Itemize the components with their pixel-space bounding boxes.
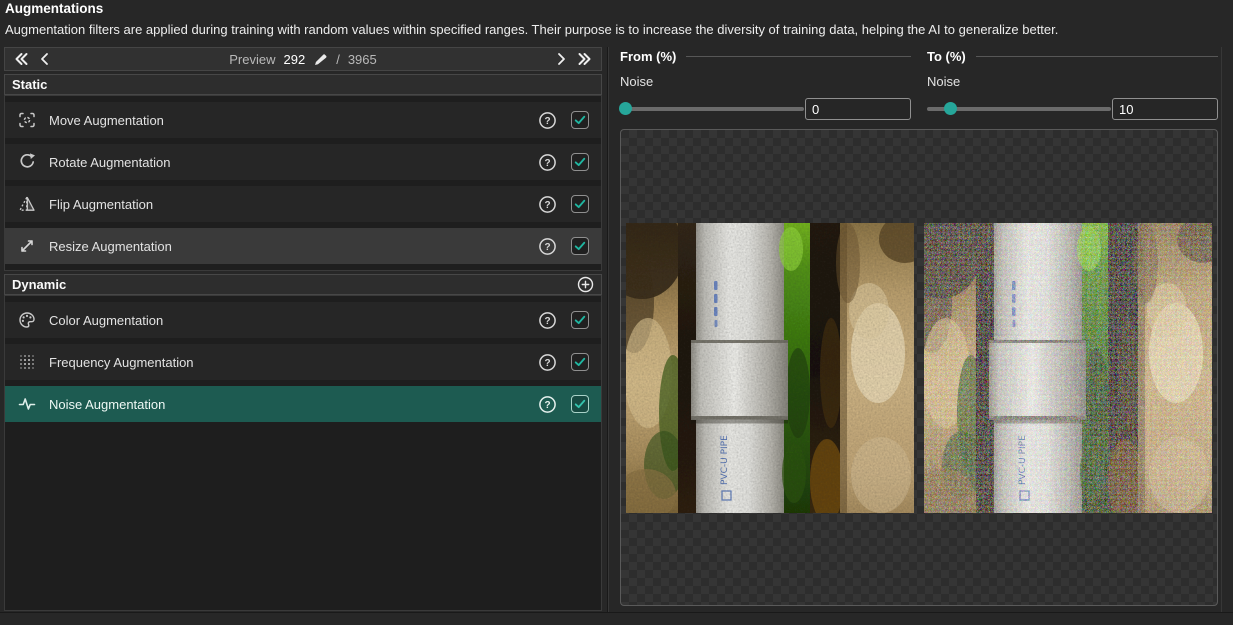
enabled-checkbox[interactable]: [571, 153, 589, 171]
from-column: From (%) Noise: [620, 47, 911, 120]
chevron-right-icon: [555, 51, 568, 67]
from-noise-slider[interactable]: [620, 107, 804, 111]
dot-grid-icon: [17, 352, 37, 372]
to-column: To (%) Noise: [927, 47, 1218, 120]
help-icon[interactable]: ?: [538, 153, 557, 172]
enabled-checkbox[interactable]: [571, 195, 589, 213]
static-section-title: Static: [12, 77, 47, 92]
rotate-icon: [17, 152, 37, 172]
help-icon[interactable]: ?: [538, 237, 557, 256]
static-section-list: Move Augmentation ?: [4, 95, 602, 271]
waveform-icon: [17, 394, 37, 414]
augmentations-screen: Augmentations Augmentation filters are a…: [0, 0, 1233, 625]
check-icon: [573, 239, 587, 253]
dynamic-section-header: Dynamic: [4, 274, 602, 295]
svg-text:?: ?: [544, 158, 550, 169]
svg-text:?: ?: [544, 200, 550, 211]
edit-preview-number-button[interactable]: [313, 52, 328, 67]
help-icon[interactable]: ?: [538, 353, 557, 372]
preview-divider: /: [336, 52, 340, 67]
row-label: Rotate Augmentation: [49, 155, 170, 170]
enabled-checkbox[interactable]: [571, 311, 589, 329]
enabled-checkbox[interactable]: [571, 111, 589, 129]
resize-icon: [17, 236, 37, 256]
bottom-edge-line: [0, 612, 1233, 613]
preview-counter: Preview 292 / 3965: [51, 52, 555, 67]
row-resize-augmentation[interactable]: Resize Augmentation ?: [5, 228, 601, 264]
preview-total-number: 3965: [348, 52, 377, 67]
row-label: Noise Augmentation: [49, 397, 165, 412]
page-title: Augmentations: [5, 1, 103, 16]
next-preview-button[interactable]: [555, 51, 568, 67]
help-icon[interactable]: ?: [538, 395, 557, 414]
to-noise-input[interactable]: [1112, 98, 1218, 120]
check-icon: [573, 397, 587, 411]
row-label: Color Augmentation: [49, 313, 163, 328]
check-icon: [573, 313, 587, 327]
from-noise-label: Noise: [620, 74, 911, 89]
to-noise-slider[interactable]: [927, 107, 1111, 111]
row-frequency-augmentation[interactable]: Frequency Augmentation ?: [5, 344, 601, 380]
help-icon[interactable]: ?: [538, 311, 557, 330]
static-section-header: Static: [4, 74, 602, 95]
to-noise-label: Noise: [927, 74, 1218, 89]
row-flip-augmentation[interactable]: Flip Augmentation ?: [5, 186, 601, 222]
check-icon: [573, 197, 587, 211]
plus-circle-icon: [577, 276, 594, 293]
previous-preview-button[interactable]: [38, 51, 51, 67]
row-label: Resize Augmentation: [49, 239, 172, 254]
check-icon: [573, 113, 587, 127]
add-augmentation-button[interactable]: [577, 276, 594, 293]
enabled-checkbox[interactable]: [571, 395, 589, 413]
svg-text:?: ?: [544, 316, 550, 327]
double-chevron-right-icon: [576, 51, 593, 67]
enabled-checkbox[interactable]: [571, 353, 589, 371]
chevron-left-icon: [38, 51, 51, 67]
page-subtitle: Augmentation filters are applied during …: [5, 22, 1058, 37]
row-label: Frequency Augmentation: [49, 355, 194, 370]
slider-handle[interactable]: [944, 102, 957, 115]
to-header: To (%): [927, 49, 966, 64]
slider-handle[interactable]: [619, 102, 632, 115]
check-icon: [573, 155, 587, 169]
noise-settings-panel: From (%) Noise To (%) Noise: [620, 47, 1218, 606]
svg-text:?: ?: [544, 358, 550, 369]
header-rule: [686, 56, 911, 57]
row-rotate-augmentation[interactable]: Rotate Augmentation ?: [5, 144, 601, 180]
move-icon: [17, 110, 37, 130]
row-label: Move Augmentation: [49, 113, 164, 128]
svg-text:?: ?: [544, 242, 550, 253]
preview-label: Preview: [229, 52, 275, 67]
from-header: From (%): [620, 49, 676, 64]
row-color-augmentation[interactable]: Color Augmentation ?: [5, 302, 601, 338]
palette-icon: [17, 310, 37, 330]
right-edge-line: [1221, 47, 1222, 612]
row-move-augmentation[interactable]: Move Augmentation ?: [5, 102, 601, 138]
help-icon[interactable]: ?: [538, 195, 557, 214]
svg-text:?: ?: [544, 116, 550, 127]
augmentation-list-panel: Preview 292 / 3965: [4, 47, 602, 612]
original-image: [626, 223, 914, 513]
header-rule: [976, 56, 1218, 57]
from-noise-input[interactable]: [805, 98, 911, 120]
double-chevron-left-icon: [13, 51, 30, 67]
svg-text:?: ?: [544, 400, 550, 411]
first-preview-button[interactable]: [13, 51, 30, 67]
enabled-checkbox[interactable]: [571, 237, 589, 255]
panel-splitter-highlight: [608, 47, 609, 612]
preview-navbar: Preview 292 / 3965: [4, 47, 602, 71]
dynamic-section-list: Color Augmentation ?: [4, 295, 602, 611]
last-preview-button[interactable]: [576, 51, 593, 67]
row-noise-augmentation[interactable]: Noise Augmentation ?: [5, 386, 601, 422]
help-icon[interactable]: ?: [538, 111, 557, 130]
check-icon: [573, 355, 587, 369]
flip-icon: [17, 194, 37, 214]
preview-current-number: 292: [284, 52, 306, 67]
dynamic-section-title: Dynamic: [12, 277, 66, 292]
row-label: Flip Augmentation: [49, 197, 153, 212]
noise-augmented-image: [924, 223, 1212, 513]
edit-pencil-icon: [313, 52, 328, 67]
preview-canvas: [620, 129, 1218, 606]
